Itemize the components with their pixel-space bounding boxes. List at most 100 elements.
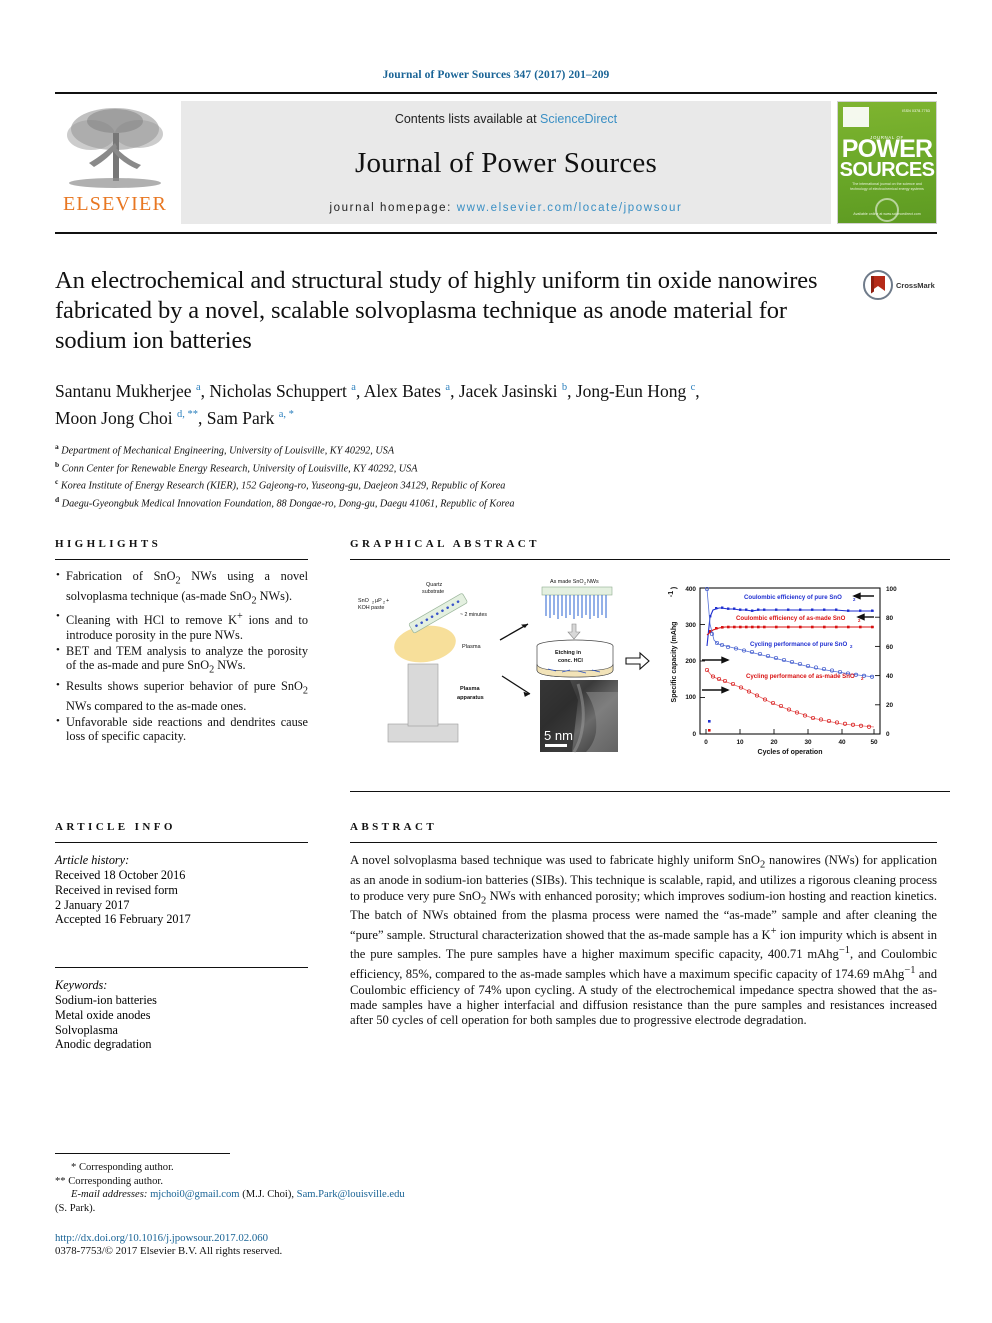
keyword-item: Sodium-ion batteries — [55, 993, 157, 1007]
graphical-abstract-svg: SnO 2 µP 2 + KOH paste Quartz substrate … — [358, 579, 897, 756]
homepage-label: journal homepage: — [329, 202, 457, 214]
cover-elsevier-mark — [843, 107, 869, 127]
author-line-2: Moon Jong Choi d, **, Sam Park a, * — [55, 407, 294, 428]
article-info-and-abstract: ARTICLE INFO Article history: Received 1… — [55, 821, 937, 1052]
label-duration: ~ 2 minutes — [460, 612, 487, 618]
abstract-column: ABSTRACT A novel solvoplasma based techn… — [308, 821, 937, 1052]
chart-annotation-2: Cycling performance of pure SnO — [750, 641, 847, 648]
journal-title: Journal of Power Sources — [355, 147, 657, 179]
article-history-label: Article history: — [55, 853, 130, 868]
affiliation-text: Daegu-Gyeongbuk Medical Innovation Found… — [61, 498, 515, 510]
paper-page: Journal of Power Sources 347 (2017) 201–… — [0, 0, 992, 1323]
svg-text:0: 0 — [692, 731, 696, 738]
article-info-heading: ARTICLE INFO — [55, 821, 176, 834]
contents-line: Contents lists available at ScienceDirec… — [395, 112, 617, 126]
email-link-1[interactable]: mjchoi0@gmail.com — [150, 1189, 240, 1200]
label-quartz: Quartz — [426, 582, 442, 588]
doi-link[interactable]: http://dx.doi.org/10.1016/j.jpowsour.201… — [55, 1232, 525, 1244]
journal-homepage: journal homepage: www.elsevier.com/locat… — [330, 202, 683, 214]
svg-text:60: 60 — [886, 644, 894, 651]
svg-text:apparatus: apparatus — [457, 695, 484, 701]
keyword-item: Solvoplasma — [55, 1022, 118, 1037]
graphical-abstract-figure: SnO 2 µP 2 + KOH paste Quartz substrate … — [350, 572, 950, 777]
chart-annotation-3: Cycling performance of as-made SnO — [746, 673, 855, 680]
list-item: Cleaning with HCl to remove K+ ions and … — [55, 609, 308, 642]
article-history-item: Accepted 16 February 2017 — [55, 912, 191, 927]
svg-text:40: 40 — [886, 673, 894, 680]
label-etching: Etching in — [555, 650, 581, 656]
affiliation-text: Department of Mechanical Engineering, Un… — [61, 445, 395, 457]
tem-scale-label: 5 nm — [544, 728, 573, 743]
svg-text:2: 2 — [383, 601, 385, 605]
author-list: Santanu Mukherjee a, Nicholas Schuppert … — [55, 376, 847, 430]
page-footer: * Corresponding author. ** Corresponding… — [55, 1153, 525, 1257]
crossmark-badge[interactable]: CrossMark — [863, 266, 937, 511]
svg-text:40: 40 — [838, 739, 846, 746]
svg-text:50: 50 — [870, 739, 878, 746]
svg-text:400: 400 — [685, 586, 696, 593]
cover-circle-mark — [875, 198, 899, 222]
svg-text:100: 100 — [886, 586, 897, 593]
svg-text:2: 2 — [584, 582, 586, 586]
label-apparatus: Plasma — [460, 686, 480, 692]
label-paste: SnO — [358, 598, 369, 604]
svg-text:200: 200 — [685, 658, 696, 665]
email-owner-2: (S. Park). — [55, 1202, 96, 1214]
nanowire-schematic: As made SnO 2 NWs Etching in conc. HCl — [536, 579, 614, 678]
keyword-item: Metal oxide anodes — [55, 1007, 151, 1022]
highlights-column: HIGHLIGHTS Fabrication of SnO2 NWs using… — [55, 538, 308, 792]
keywords-label: Keywords: — [55, 978, 108, 993]
label-as-made: As made SnO — [550, 579, 584, 585]
svg-text:300: 300 — [685, 622, 696, 629]
svg-text:20: 20 — [886, 702, 894, 709]
homepage-url[interactable]: www.elsevier.com/locate/jpowsour — [457, 202, 683, 214]
email-link-2[interactable]: Sam.Park@louisville.edu — [297, 1189, 405, 1200]
svg-text:+: + — [386, 598, 389, 604]
highlights-and-graphical-abstract: HIGHLIGHTS Fabrication of SnO2 NWs using… — [55, 538, 950, 793]
chart-ylabel: Specific capacity (mAhg — [671, 622, 678, 703]
abstract-heading: ABSTRACT — [350, 821, 438, 834]
graphical-abstract-rule — [350, 559, 950, 561]
article-history: Article history: Received 18 October 201… — [55, 853, 308, 927]
affiliation-marker: c — [55, 477, 59, 487]
svg-text:NWs: NWs — [587, 579, 599, 585]
svg-text:2: 2 — [372, 601, 374, 605]
author-line-1: Santanu Mukherjee a, Nicholas Schuppert … — [55, 380, 700, 401]
contents-prefix: Contents lists available at — [394, 112, 541, 126]
article-history-item: 2 January 2017 — [55, 897, 130, 912]
footnote-rule — [55, 1153, 230, 1155]
affiliation-marker: d — [55, 495, 60, 505]
article-info-column: ARTICLE INFO Article history: Received 1… — [55, 821, 308, 1052]
affiliation-list: a Department of Mechanical Engineering, … — [55, 440, 847, 512]
email-addresses: E-mail addresses: mjchoi0@gmail.com (M.J… — [55, 1188, 525, 1201]
elsevier-logo: ELSEVIER — [55, 101, 175, 224]
cover-title-line2: SOURCES — [839, 159, 935, 181]
cover-issn: ISSN 0378-7753 — [902, 109, 930, 113]
cover-bottom-note: Available online at www.sciencedirect.co… — [853, 212, 921, 216]
svg-text:0: 0 — [886, 731, 890, 738]
affiliation-marker: b — [55, 459, 60, 469]
graphical-abstract-column: GRAPHICAL ABSTRACT SnO 2 µP 2 + KOH past… — [308, 538, 950, 793]
affiliation-c: c Korea Institute of Energy Research (KI… — [55, 475, 847, 493]
corresponding-author-1: * Corresponding author. — [71, 1162, 174, 1174]
cover-title-line1: POWER — [841, 135, 933, 163]
cycling-performance-chart: Specific capacity (mAhg -1 ) Cycles of o… — [668, 586, 897, 756]
sciencedirect-link[interactable]: ScienceDirect — [540, 112, 617, 126]
affiliation-d: d Daegu-Gyeongbuk Medical Innovation Fou… — [55, 493, 847, 511]
keywords-rule — [55, 967, 308, 969]
abstract-rule — [350, 842, 937, 844]
highlights-heading: HIGHLIGHTS — [55, 538, 162, 551]
svg-text:µP: µP — [375, 598, 382, 604]
svg-text:100: 100 — [685, 694, 696, 701]
affiliation-text: Korea Institute of Energy Research (KIER… — [60, 480, 506, 492]
elsevier-tree-icon — [67, 108, 163, 188]
crossmark-label: CrossMark — [896, 280, 935, 290]
graphical-abstract-heading: GRAPHICAL ABSTRACT — [350, 538, 540, 551]
graphical-abstract-bottom-rule — [350, 791, 950, 793]
cover-subtitle: The international journal on the science… — [850, 182, 924, 191]
affiliation-a: a Department of Mechanical Engineering, … — [55, 440, 847, 458]
chart-annotation-1: Coulombic efficiency of as-made SnO — [736, 615, 846, 622]
title-block: An electrochemical and structural study … — [55, 266, 937, 511]
keywords-block: Keywords: Sodium-ion batteries Metal oxi… — [55, 978, 308, 1052]
list-item: BET and TEM analysis to analyze the poro… — [55, 643, 308, 679]
